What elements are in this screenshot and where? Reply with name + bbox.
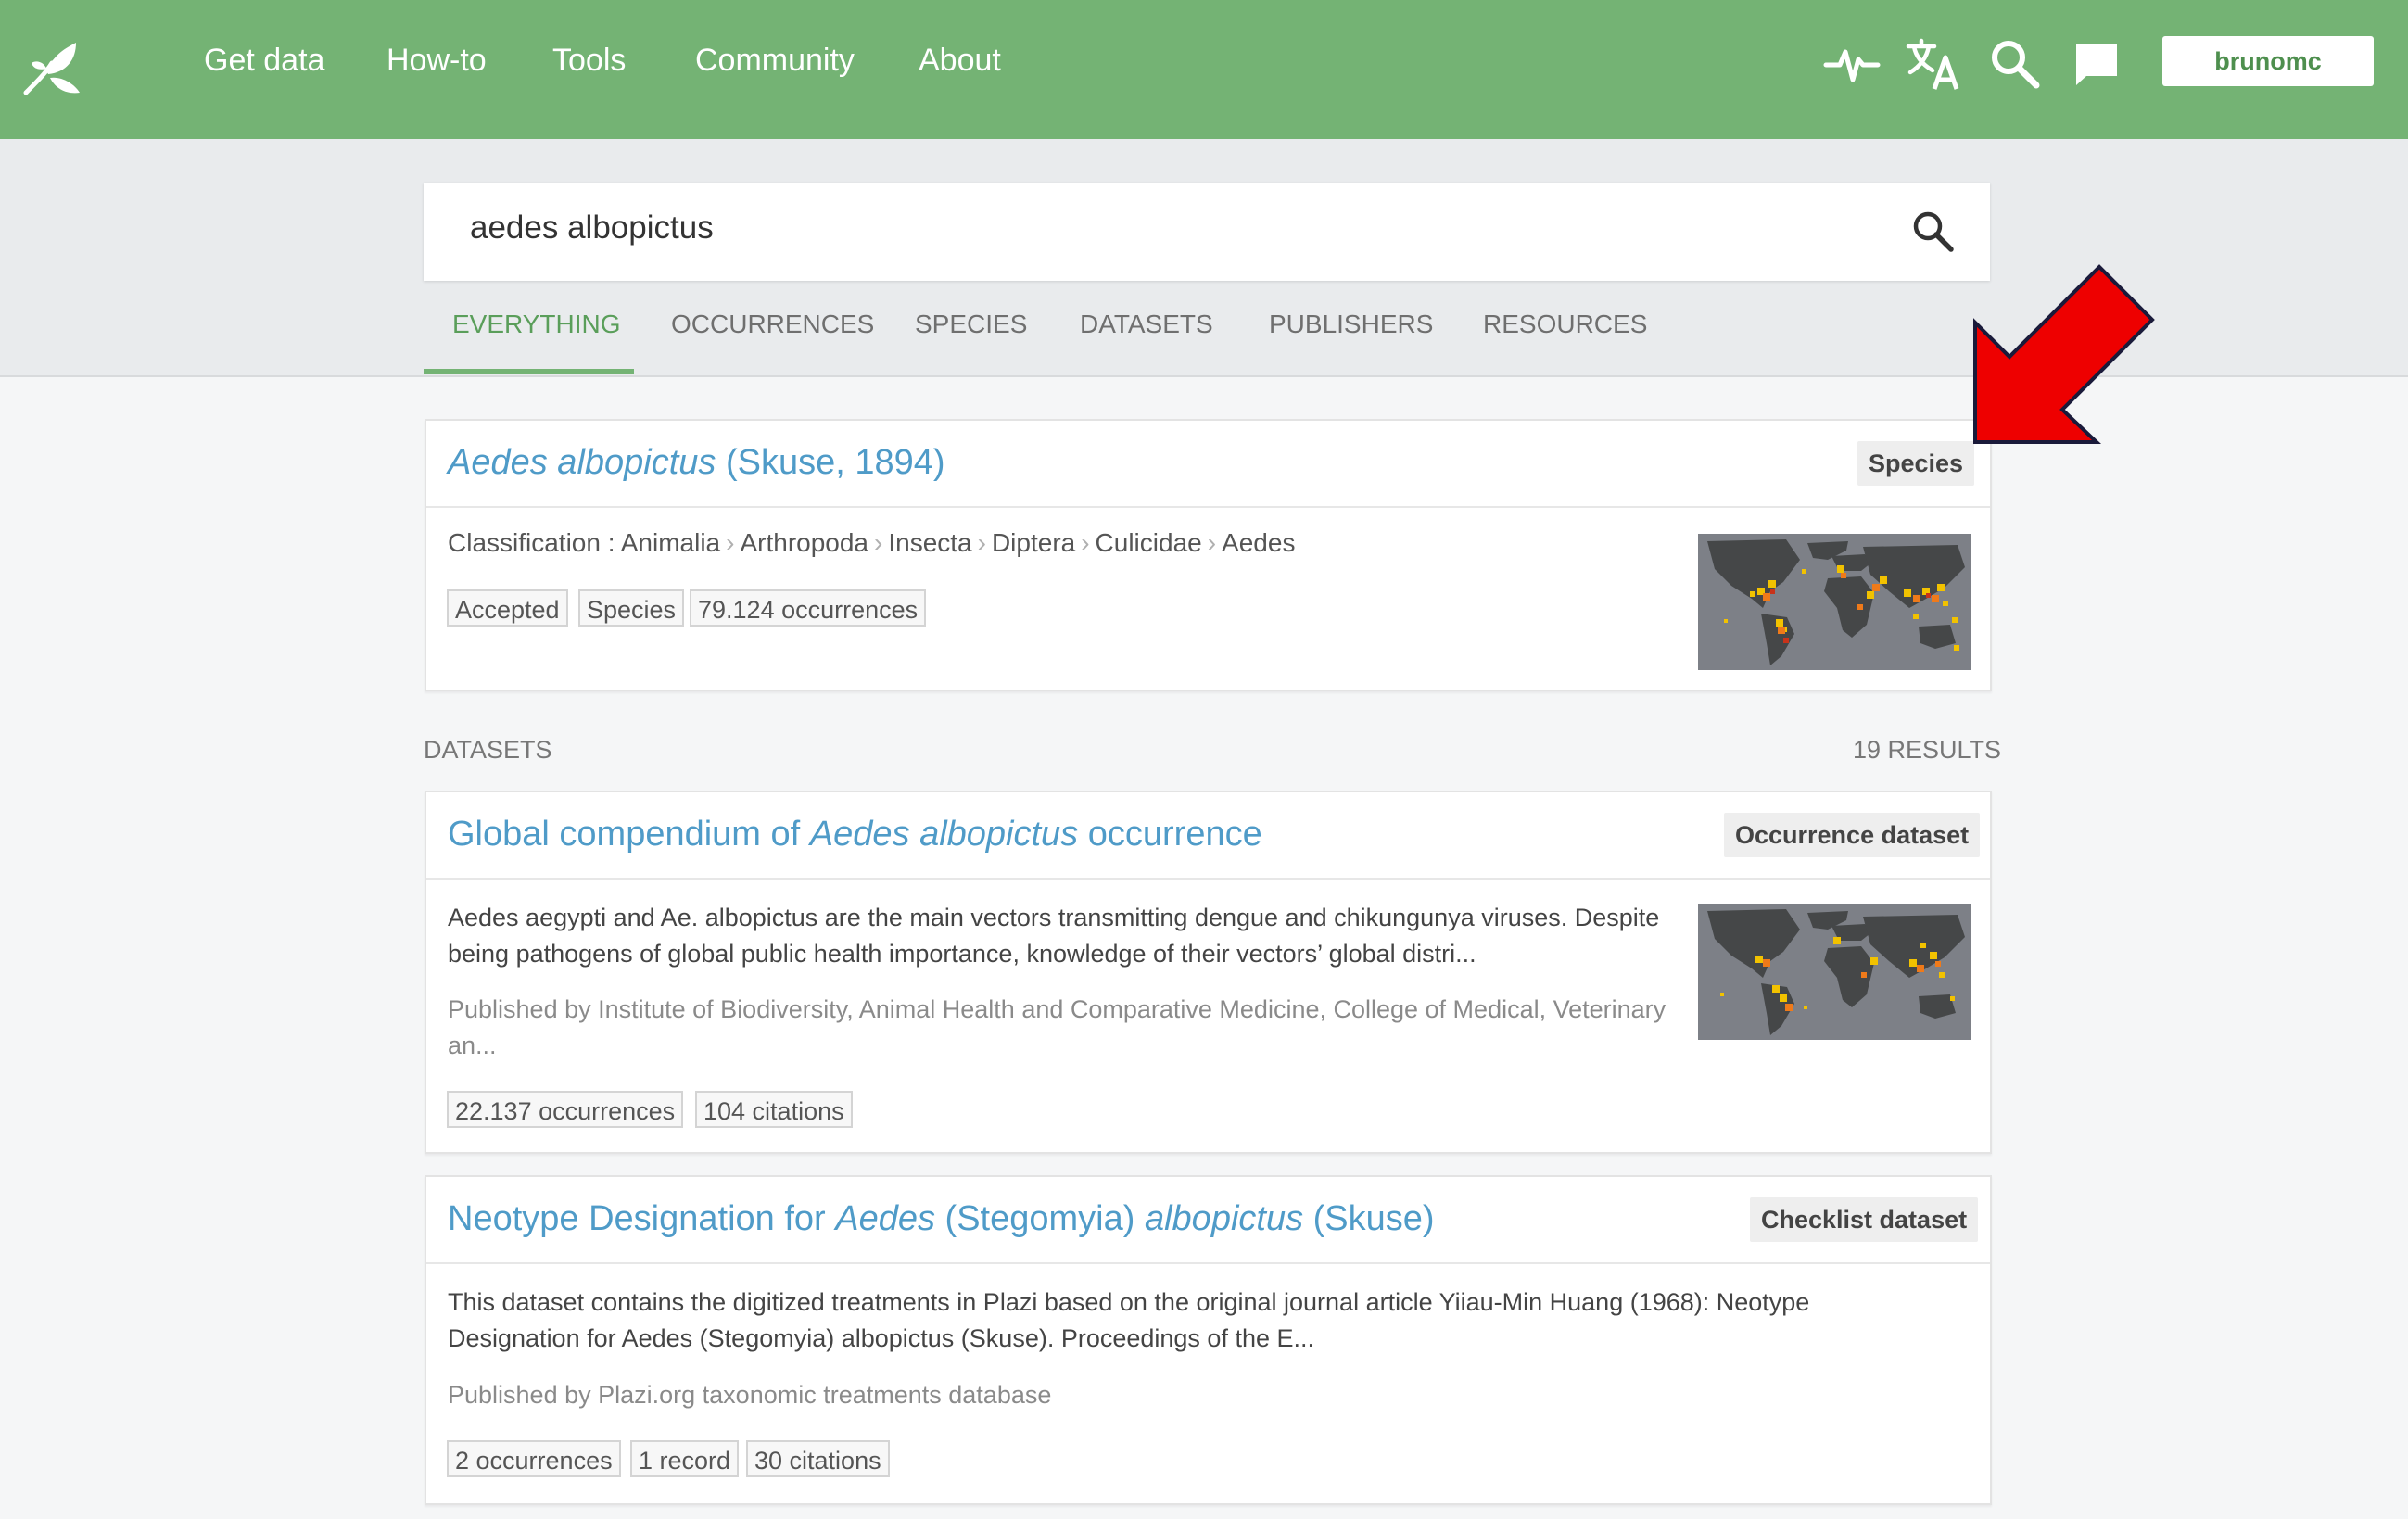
- occurrence-count-chip: 79.124 occurrences: [690, 589, 927, 627]
- type-badge: Species: [1857, 441, 1975, 486]
- record-count-chip: 1 record: [630, 1440, 740, 1477]
- dataset-title-italic[interactable]: Aedes: [835, 1199, 935, 1238]
- tab-everything[interactable]: EVERYTHING: [452, 310, 621, 339]
- species-title-link[interactable]: Aedes albopictus (Skuse, 1894): [448, 443, 945, 483]
- active-tab-indicator: [424, 369, 634, 374]
- nav-how-to[interactable]: How-to: [387, 43, 487, 79]
- tab-species[interactable]: SPECIES: [915, 310, 1027, 339]
- breadcrumb-separator: ›: [874, 528, 883, 557]
- taxon-family[interactable]: Culicidae: [1096, 528, 1202, 557]
- occurrence-count-chip: 22.137 occurrences: [447, 1091, 684, 1128]
- translate-icon[interactable]: [1905, 35, 1962, 93]
- activity-icon[interactable]: [1823, 35, 1881, 93]
- nav-get-data[interactable]: Get data: [204, 43, 324, 79]
- dataset-title-italic[interactable]: Aedes albopictus: [810, 815, 1078, 854]
- taxon-class[interactable]: Insecta: [888, 528, 971, 557]
- publisher-info: Published by Plazi.org taxonomic treatme…: [448, 1377, 1051, 1413]
- dataset-title-text[interactable]: (Stegomyia): [935, 1199, 1145, 1238]
- world-map-image: [1698, 904, 1971, 1040]
- top-navigation-bar: Get data How-to Tools Community About br…: [0, 0, 2408, 139]
- nav-about[interactable]: About: [919, 43, 1001, 79]
- breadcrumb-separator: ›: [977, 528, 986, 557]
- nav-tools[interactable]: Tools: [552, 43, 626, 79]
- dataset-description: This dataset contains the digitized trea…: [448, 1285, 1809, 1357]
- description-line: Aedes aegypti and Ae. albopictus are the…: [448, 904, 1660, 931]
- dataset-title-link[interactable]: Neotype Designation for Aedes (Stegomyia…: [448, 1199, 1435, 1239]
- rank-chip: Species: [578, 589, 685, 627]
- card-header: Global compendium of Aedes albopictus oc…: [426, 792, 1990, 880]
- occurrence-map-thumbnail[interactable]: [1698, 534, 1971, 670]
- occurrence-map-thumbnail[interactable]: [1698, 904, 1971, 1040]
- classification-label: Classification :: [448, 528, 615, 557]
- species-name-italic[interactable]: Aedes albopictus: [448, 443, 716, 482]
- search-submit-icon[interactable]: [1909, 208, 1958, 256]
- datasets-results-count: 19 RESULTS: [1853, 736, 2002, 764]
- description-line: This dataset contains the digitized trea…: [448, 1288, 1810, 1316]
- search-query-text[interactable]: aedes albopictus: [470, 209, 714, 247]
- dataset-description: Aedes aegypti and Ae. albopictus are the…: [448, 900, 1659, 972]
- publisher-line[interactable]: Published by Plazi.org taxonomic treatme…: [448, 1377, 1051, 1413]
- chat-icon[interactable]: [2068, 35, 2125, 93]
- dataset-title-italic[interactable]: albopictus: [1145, 1199, 1303, 1238]
- breadcrumb-separator: ›: [726, 528, 735, 557]
- citation-count-chip: 104 citations: [695, 1091, 853, 1128]
- dataset-title-link[interactable]: Global compendium of Aedes albopictus oc…: [448, 815, 1262, 854]
- world-map-image: [1698, 534, 1971, 670]
- breadcrumb-separator: ›: [1081, 528, 1090, 557]
- species-result-card: Aedes albopictus (Skuse, 1894) Species C…: [425, 419, 1992, 691]
- publisher-line[interactable]: an...: [448, 1028, 1666, 1064]
- datasets-section-label: DATASETS: [424, 736, 552, 764]
- tab-resources[interactable]: RESOURCES: [1483, 310, 1647, 339]
- classification: Classification : Animalia › Arthropoda › Ins…: [448, 528, 1295, 558]
- dataset-result-card: Neotype Designation for Aedes (Stegomyia…: [425, 1175, 1992, 1505]
- card-header: Aedes albopictus (Skuse, 1894) Species: [426, 421, 1990, 508]
- publisher-info: Published by Institute of Biodiversity, …: [448, 992, 1666, 1064]
- card-header: Neotype Designation for Aedes (Stegomyia…: [426, 1177, 1990, 1264]
- species-authority[interactable]: (Skuse, 1894): [716, 443, 945, 482]
- description-line: being pathogens of global public health …: [448, 940, 1476, 968]
- dataset-title-text[interactable]: (Skuse): [1303, 1199, 1435, 1238]
- taxon-kingdom[interactable]: Animalia: [621, 528, 720, 557]
- tab-occurrences[interactable]: OCCURRENCES: [671, 310, 874, 339]
- dataset-title-text[interactable]: occurrence: [1078, 815, 1262, 854]
- taxon-order[interactable]: Diptera: [992, 528, 1075, 557]
- taxon-phylum[interactable]: Arthropoda: [740, 528, 868, 557]
- dataset-title-text[interactable]: Global compendium of: [448, 815, 810, 854]
- breadcrumb-separator: ›: [1207, 528, 1217, 557]
- citation-count-chip: 30 citations: [746, 1440, 890, 1477]
- nav-community[interactable]: Community: [695, 43, 855, 79]
- type-badge: Occurrence dataset: [1724, 813, 1981, 857]
- annotation-arrow-icon: [1973, 264, 2155, 444]
- dataset-title-text[interactable]: Neotype Designation for: [448, 1199, 835, 1238]
- occurrence-count-chip: 2 occurrences: [447, 1440, 621, 1477]
- user-account-button[interactable]: brunomc: [2162, 36, 2374, 86]
- status-chip: Accepted: [447, 589, 568, 627]
- search-input[interactable]: aedes albopictus: [424, 183, 1990, 281]
- tab-publishers[interactable]: PUBLISHERS: [1269, 310, 1433, 339]
- type-badge: Checklist dataset: [1750, 1197, 1979, 1242]
- taxon-genus[interactable]: Aedes: [1222, 528, 1295, 557]
- tab-datasets[interactable]: DATASETS: [1080, 310, 1213, 339]
- gbif-logo-icon[interactable]: [19, 35, 85, 102]
- description-line: Designation for Aedes (Stegomyia) albopi…: [448, 1324, 1314, 1352]
- dataset-result-card: Global compendium of Aedes albopictus oc…: [425, 791, 1992, 1154]
- search-icon[interactable]: [1986, 35, 2044, 93]
- publisher-line[interactable]: Published by Institute of Biodiversity, …: [448, 992, 1666, 1028]
